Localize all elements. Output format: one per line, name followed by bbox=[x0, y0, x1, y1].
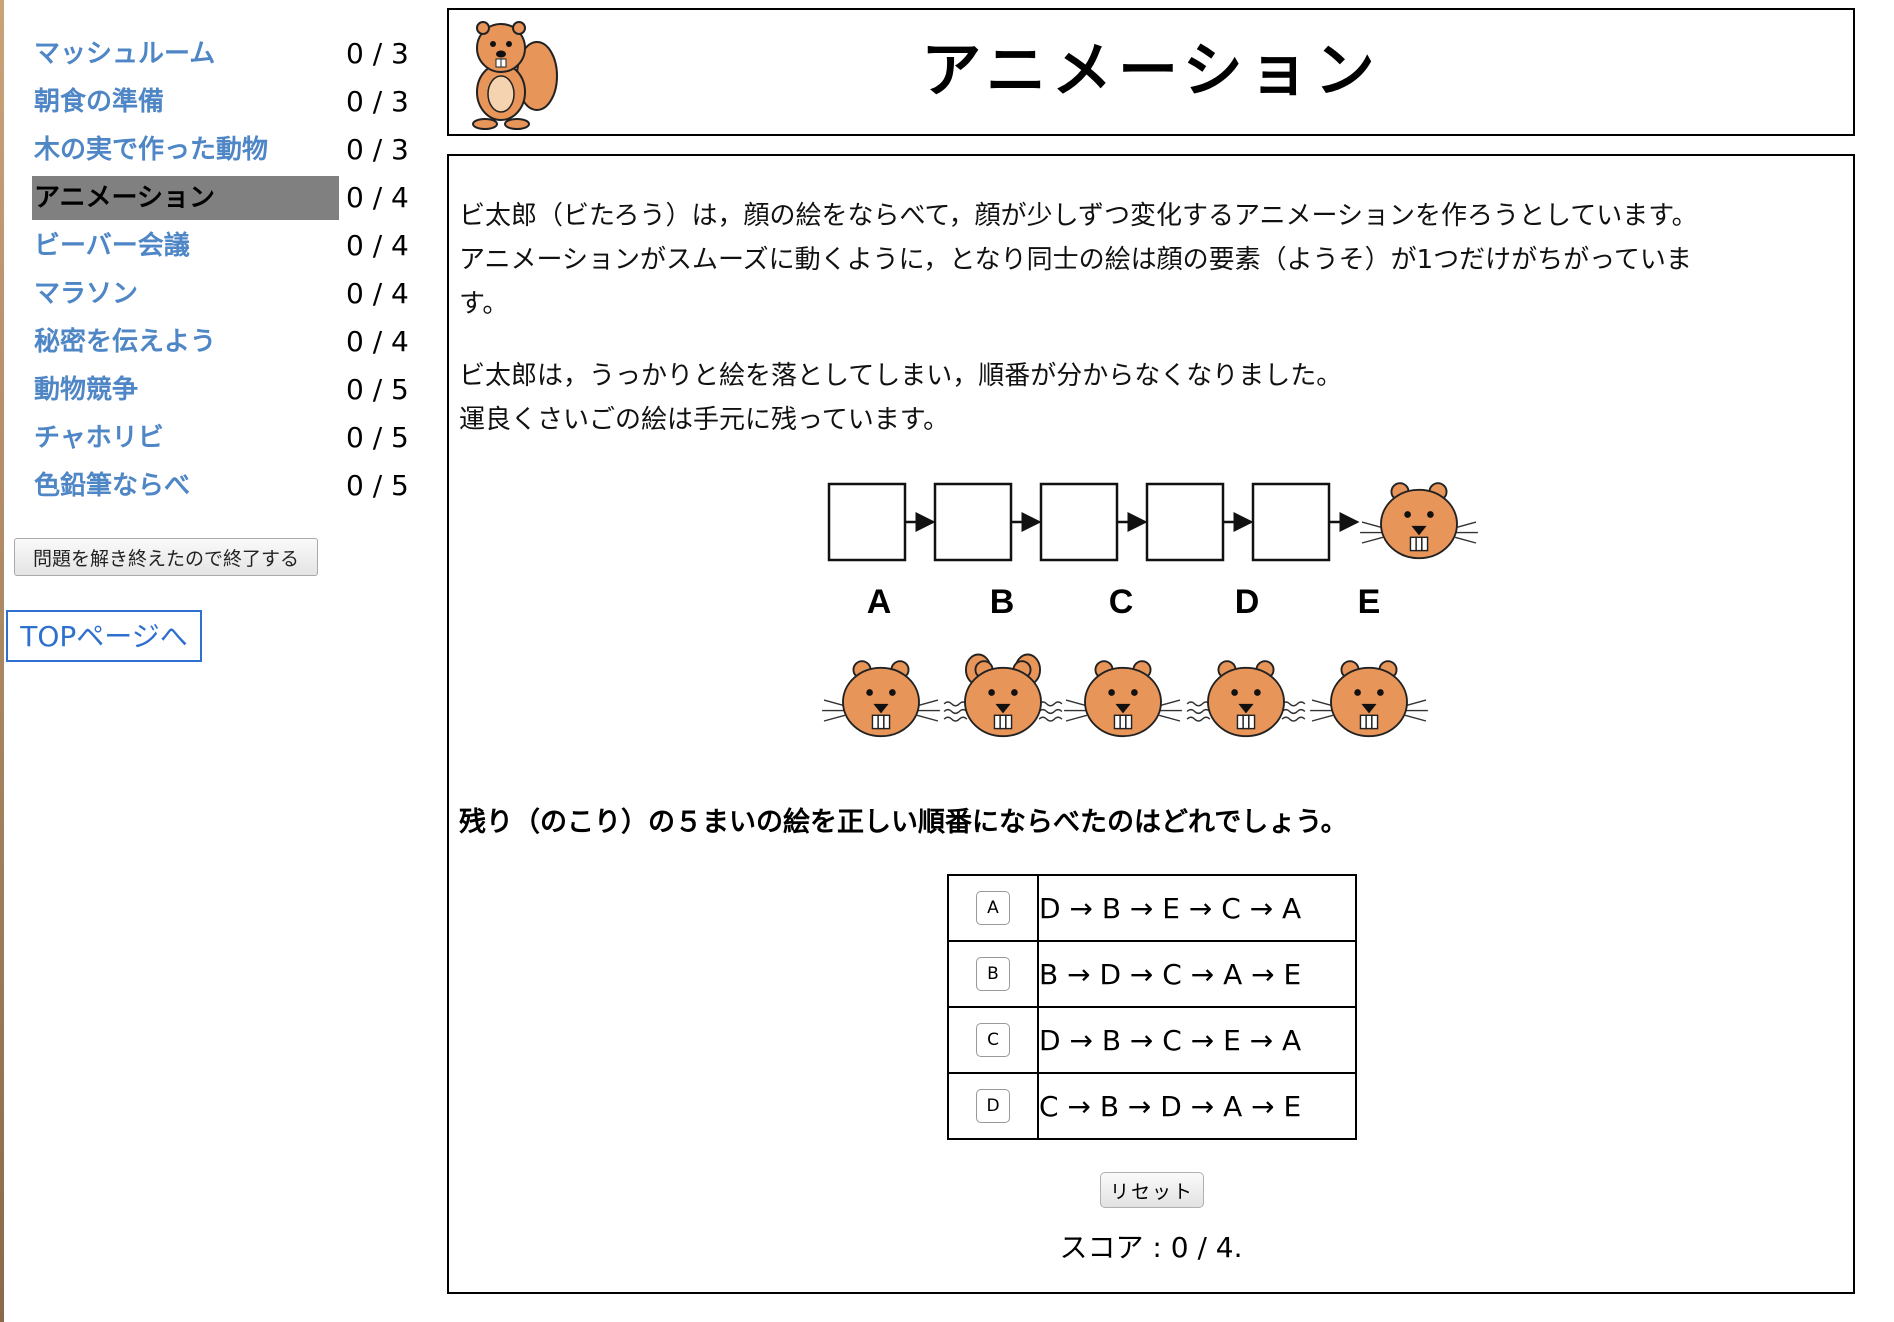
sidebar-item-score: 0 / 5 bbox=[346, 373, 409, 406]
sidebar-item-score: 0 / 4 bbox=[346, 325, 409, 358]
sidebar-item[interactable]: 朝食の準備 0 / 3 bbox=[32, 76, 412, 124]
beaver-face-a-icon bbox=[821, 660, 941, 738]
text-line: 運良くさいごの絵は手元に残っています。 bbox=[459, 405, 950, 435]
choice-a-button[interactable]: A bbox=[976, 891, 1010, 925]
page-title: アニメーション bbox=[921, 36, 1381, 106]
reset-button[interactable]: リセット bbox=[1100, 1172, 1204, 1208]
choice-b-button[interactable]: B bbox=[976, 957, 1010, 991]
figure-label: B bbox=[990, 583, 1015, 621]
sidebar-item-label[interactable]: ビーバー会議 bbox=[32, 224, 339, 268]
sidebar-item-label[interactable]: マッシュルーム bbox=[32, 32, 339, 76]
question-text: 残り（のこり）の５まいの絵を正しい順番にならべたのはどれでしょう。 bbox=[459, 807, 1348, 838]
sidebar-item-label[interactable]: 秘密を伝えよう bbox=[32, 320, 339, 364]
sidebar-item-score: 0 / 4 bbox=[346, 229, 409, 262]
sidebar-item[interactable]: ビーバー会議 0 / 4 bbox=[32, 220, 412, 268]
empty-slot bbox=[1251, 482, 1331, 562]
choice-c-button[interactable]: C bbox=[976, 1023, 1010, 1057]
score-text: スコア : 0 / 4. bbox=[1059, 1231, 1243, 1264]
sidebar-item-score: 0 / 5 bbox=[346, 421, 409, 454]
sidebar-item[interactable]: チャホリビ 0 / 5 bbox=[32, 412, 412, 460]
sidebar-item-label[interactable]: 色鉛筆ならべ bbox=[32, 464, 339, 508]
task-sidebar: マッシュルーム 0 / 3 朝食の準備 0 / 3 木の実で作った動物 0 / … bbox=[32, 28, 412, 508]
sidebar-item-score: 0 / 3 bbox=[346, 85, 409, 118]
choice-sequence[interactable]: D → B → C → E → A bbox=[1037, 1006, 1357, 1074]
empty-slot bbox=[1039, 482, 1119, 562]
choice-sequence[interactable]: D → B → E → C → A bbox=[1037, 874, 1357, 942]
sidebar-item[interactable]: 動物競争 0 / 5 bbox=[32, 364, 412, 412]
sidebar-item-label[interactable]: 動物競争 bbox=[32, 368, 339, 412]
sidebar-item-active[interactable]: アニメーション 0 / 4 bbox=[32, 172, 412, 220]
sidebar-item-label[interactable]: チャホリビ bbox=[32, 416, 339, 460]
final-beaver-icon bbox=[1359, 482, 1479, 560]
sidebar-item-label[interactable]: 木の実で作った動物 bbox=[32, 128, 339, 172]
sidebar-item[interactable]: 色鉛筆ならべ 0 / 5 bbox=[32, 460, 412, 508]
choice-sequence[interactable]: B → D → C → A → E bbox=[1037, 940, 1357, 1008]
choice-row[interactable]: C D → B → C → E → A bbox=[947, 1006, 1357, 1074]
sidebar-item[interactable]: マラソン 0 / 4 bbox=[32, 268, 412, 316]
figure-label: E bbox=[1358, 583, 1381, 621]
finish-button[interactable]: 問題を解き終えたので終了する bbox=[14, 538, 318, 576]
empty-slot bbox=[933, 482, 1013, 562]
top-page-link[interactable]: TOPページへ bbox=[6, 610, 202, 662]
choice-row[interactable]: B B → D → C → A → E bbox=[947, 940, 1357, 1008]
sidebar-item-score: 0 / 3 bbox=[346, 37, 409, 70]
sidebar-item-label[interactable]: アニメーション bbox=[32, 176, 339, 220]
sidebar-item[interactable]: 秘密を伝えよう 0 / 4 bbox=[32, 316, 412, 364]
beaver-face-d-icon bbox=[1186, 660, 1306, 738]
figure-label: D bbox=[1235, 583, 1260, 621]
sidebar-item[interactable]: マッシュルーム 0 / 3 bbox=[32, 28, 412, 76]
answer-choices: A D → B → E → C → A B B → D → C → A → E … bbox=[947, 874, 1357, 1140]
choice-row[interactable]: A D → B → E → C → A bbox=[947, 874, 1357, 942]
sidebar-item-score: 0 / 5 bbox=[346, 469, 409, 502]
text-line: ビ太郎は，うっかりと絵を落としてしまい，順番が分からなくなりました。 bbox=[459, 361, 1343, 391]
text-line: アニメーションがスムーズに動くように，となり同士の絵は顔の要素（ようそ）が1つだ… bbox=[459, 245, 1692, 275]
choice-sequence[interactable]: C → B → D → A → E bbox=[1037, 1072, 1357, 1140]
empty-slot bbox=[1145, 482, 1225, 562]
figure-label: C bbox=[1109, 583, 1134, 621]
choice-row[interactable]: D C → B → D → A → E bbox=[947, 1072, 1357, 1140]
sidebar-item-label[interactable]: マラソン bbox=[32, 272, 339, 316]
problem-panel: ビ太郎（ビたろう）は，顔の絵をならべて，顔が少しずつ変化するアニメーションを作ろ… bbox=[447, 154, 1855, 1294]
animation-figure: A B C D E bbox=[821, 482, 1479, 738]
text-line: す。 bbox=[459, 289, 509, 319]
window-edge bbox=[0, 0, 4, 1322]
sidebar-item-score: 0 / 4 bbox=[346, 277, 409, 310]
text-line: ビ太郎（ビたろう）は，顔の絵をならべて，顔が少しずつ変化するアニメーションを作ろ… bbox=[459, 201, 1698, 231]
sidebar-item-label[interactable]: 朝食の準備 bbox=[32, 80, 339, 124]
problem-situation: ビ太郎は，うっかりと絵を落としてしまい，順番が分からなくなりました。 運良くさい… bbox=[459, 354, 1839, 442]
sidebar-item[interactable]: 木の実で作った動物 0 / 3 bbox=[32, 124, 412, 172]
beaver-face-c-icon bbox=[1063, 660, 1183, 738]
sidebar-item-score: 0 / 4 bbox=[346, 181, 409, 214]
problem-intro: ビ太郎（ビたろう）は，顔の絵をならべて，顔が少しずつ変化するアニメーションを作ろ… bbox=[459, 194, 1839, 326]
choice-d-button[interactable]: D bbox=[976, 1089, 1010, 1123]
figure-label: A bbox=[867, 583, 892, 621]
beaver-face-e-icon bbox=[1309, 660, 1429, 738]
beaver-face-b-icon bbox=[943, 653, 1063, 738]
page-header: アニメーション bbox=[447, 8, 1855, 136]
empty-slot bbox=[827, 482, 907, 562]
sidebar-item-score: 0 / 3 bbox=[346, 133, 409, 166]
